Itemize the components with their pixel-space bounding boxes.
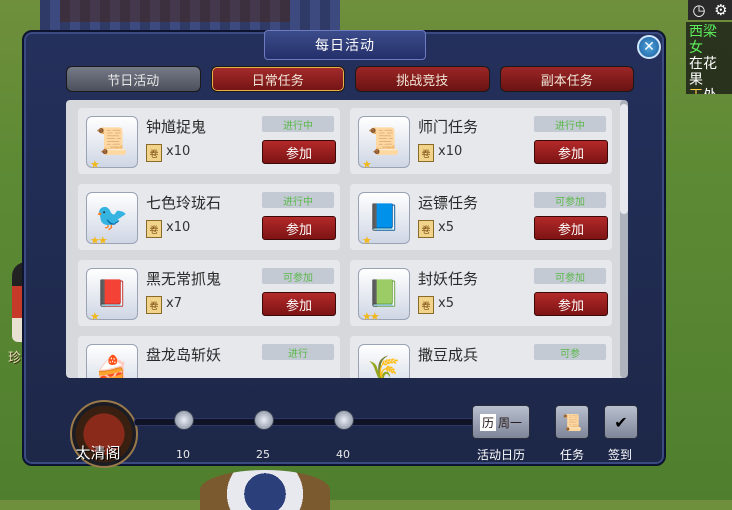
milestone-label: 10: [176, 448, 190, 461]
background-taiji-plaza: [200, 470, 330, 510]
tab-challenge[interactable]: 挑战竞技: [355, 66, 490, 92]
activity-name: 黑无常抓鬼: [146, 270, 222, 288]
milestone-chest-icon[interactable]: [174, 410, 194, 430]
calendar-day-icon: 历: [479, 413, 496, 431]
activity-card: 📗 ★★ 封妖任务 卷 x5 可参加 参加: [350, 260, 612, 326]
difficulty-stars: ★: [362, 234, 372, 247]
task-label: 任务: [559, 448, 584, 462]
window-title: 每日活动: [264, 30, 426, 60]
beans-icon: 🌾: [358, 344, 410, 378]
close-button[interactable]: ✕: [637, 35, 661, 59]
emblem-label: 太清阁: [75, 444, 121, 462]
join-button[interactable]: 参加: [534, 292, 608, 316]
window-title-bar: 每日活动 ✕: [24, 30, 664, 60]
activity-status: 进行中: [262, 116, 334, 132]
tab-festival[interactable]: 节日活动: [66, 66, 201, 92]
reward-scroll-icon: 卷: [146, 220, 162, 238]
activity-status: 可参加: [534, 192, 606, 208]
join-button[interactable]: 参加: [262, 292, 336, 316]
activity-card: 🌾 撒豆成兵 可参: [350, 336, 612, 378]
activity-status: 可参: [534, 344, 606, 360]
activity-name: 盘龙岛斩妖: [146, 346, 222, 364]
activity-status: 进行: [262, 344, 334, 360]
calendar-weekday: 周一: [498, 415, 523, 430]
difficulty-stars: ★: [90, 310, 100, 323]
join-button[interactable]: 参加: [534, 216, 608, 240]
reward-scroll-icon: 卷: [146, 296, 162, 314]
quest-line-1: 西梁女: [689, 24, 717, 56]
clock-icon[interactable]: ◷: [692, 1, 705, 19]
activity-card: 🐦 ★★ 七色玲珑石 卷 x10 进行中 参加: [78, 184, 340, 250]
cake-icon: 🍰: [86, 344, 138, 378]
list-scrollbar[interactable]: [620, 100, 628, 378]
quest-line-2: 在花果: [689, 56, 717, 88]
background-roof-shadow: [60, 0, 290, 22]
signin-label: 签到: [607, 448, 632, 462]
quest-line-3-prefix: 王: [689, 88, 703, 94]
activity-name: 运镖任务: [418, 194, 479, 212]
activity-count: x10: [166, 220, 191, 235]
milestone-chest-icon[interactable]: [334, 410, 354, 430]
join-button[interactable]: 参加: [534, 140, 608, 164]
close-icon: ✕: [643, 39, 655, 55]
gear-icon[interactable]: ⚙: [714, 1, 727, 19]
activity-name: 七色玲珑石: [146, 194, 222, 212]
tab-daily[interactable]: 日常任务: [210, 66, 345, 92]
activity-name: 撒豆成兵: [418, 346, 479, 364]
activity-card: 📜 ★ 钟馗捉鬼 卷 x10 进行中 参加: [78, 108, 340, 174]
tab-dungeon[interactable]: 副本任务: [499, 66, 634, 92]
milestone-label: 25: [256, 448, 270, 461]
activity-name: 师门任务: [418, 118, 479, 136]
activity-status: 进行中: [262, 192, 334, 208]
join-button[interactable]: 参加: [262, 216, 336, 240]
activity-name: 封妖任务: [418, 270, 479, 288]
hud-icons: ◷ ⚙: [688, 0, 732, 20]
scrollbar-thumb[interactable]: [620, 104, 628, 214]
activity-count: x7: [166, 296, 182, 311]
milestone-label: 40: [336, 448, 350, 461]
activity-tabs: 节日活动 日常任务 挑战竞技 副本任务: [66, 66, 634, 94]
activity-count: x5: [438, 220, 454, 235]
activity-status: 进行中: [534, 116, 606, 132]
signin-checklist-icon[interactable]: ✔: [604, 405, 638, 439]
activity-count: x10: [438, 144, 463, 159]
difficulty-stars: ★★: [90, 234, 108, 247]
task-scroll-icon[interactable]: 📜: [555, 405, 589, 439]
reward-scroll-icon: 卷: [146, 144, 162, 162]
activity-status: 可参加: [534, 268, 606, 284]
join-button[interactable]: 参加: [262, 140, 336, 164]
reward-scroll-icon: 卷: [418, 144, 434, 162]
calendar-label: 活动日历: [476, 448, 525, 462]
activity-count: x5: [438, 296, 454, 311]
activity-card: 📜 ★ 师门任务 卷 x10 进行中 参加: [350, 108, 612, 174]
activity-card: 📘 ★ 运镖任务 卷 x5 可参加 参加: [350, 184, 612, 250]
activity-card: 📕 ★ 黑无常抓鬼 卷 x7 可参加 参加: [78, 260, 340, 326]
milestone-chest-icon[interactable]: [254, 410, 274, 430]
quest-tracker[interactable]: 西梁女 在花果 王处领 场景: [686, 22, 732, 94]
difficulty-stars: ★★: [362, 310, 380, 323]
calendar-button[interactable]: 历 周一: [472, 405, 530, 439]
reward-scroll-icon: 卷: [418, 296, 434, 314]
activity-list[interactable]: 📜 ★ 钟馗捉鬼 卷 x10 进行中 参加 📜 ★ 师门任务 卷 x10 进行中…: [66, 100, 626, 378]
activity-name: 钟馗捉鬼: [146, 118, 207, 136]
activity-status: 可参加: [262, 268, 334, 284]
activity-card: 🍰 盘龙岛斩妖 进行: [78, 336, 340, 378]
activity-count: x10: [166, 144, 191, 159]
difficulty-stars: ★: [90, 158, 100, 171]
difficulty-stars: ★: [362, 158, 372, 171]
reward-scroll-icon: 卷: [418, 220, 434, 238]
